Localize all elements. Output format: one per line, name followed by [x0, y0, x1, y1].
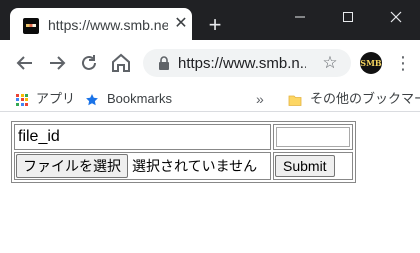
back-button[interactable]	[13, 51, 37, 75]
bookmarks-overflow-button[interactable]: »	[256, 88, 270, 110]
file-picker-cell: ファイルを選択 選択されていません	[14, 152, 271, 180]
file-status-text: 選択されていません	[132, 158, 258, 174]
bookmark-bookmarks[interactable]: Bookmarks	[85, 88, 172, 110]
submit-cell: Submit	[273, 152, 353, 180]
arrow-right-icon	[50, 56, 66, 70]
url-text[interactable]: https://www.smb.n...	[178, 55, 306, 72]
address-bar[interactable]: https://www.smb.n... ☆	[143, 49, 351, 77]
star-icon	[86, 93, 98, 105]
extension-icon[interactable]: SMB	[360, 52, 382, 74]
file-id-input[interactable]	[276, 127, 350, 147]
choose-file-button[interactable]: ファイルを選択	[16, 154, 128, 178]
reload-button[interactable]	[77, 51, 101, 75]
close-icon	[390, 11, 402, 23]
text-input-cell	[273, 124, 353, 150]
field-label-cell: file_id	[14, 124, 271, 150]
minimize-icon	[295, 16, 305, 18]
lock-icon[interactable]	[158, 56, 170, 70]
arrow-left-icon	[16, 56, 32, 70]
close-window-button[interactable]	[373, 4, 419, 30]
table-row: ファイルを選択 選択されていません Submit	[14, 152, 353, 180]
home-icon	[112, 53, 130, 72]
field-label: file_id	[18, 128, 60, 145]
maximize-button[interactable]	[325, 4, 371, 30]
title-bar: https://www.smb.net/ ✕ +	[0, 0, 420, 40]
bookmark-star-icon[interactable]: ☆	[321, 54, 339, 72]
home-button[interactable]	[109, 51, 133, 75]
tab-close-icon[interactable]: ✕	[172, 15, 190, 33]
browser-toolbar: https://www.smb.n... ☆ SMB ⋮	[0, 40, 420, 86]
bookmark-other-folder[interactable]: その他のブックマーク	[288, 88, 420, 110]
bookmarks-bar: アプリ Bookmarks » その他のブックマーク	[0, 86, 420, 112]
site-favicon-icon	[23, 18, 39, 34]
bookmark-apps-label: アプリ	[36, 91, 76, 106]
forward-button[interactable]	[45, 51, 69, 75]
apps-grid-icon	[16, 93, 28, 106]
upload-form-table: file_id ファイルを選択 選択されていません Submit	[11, 121, 356, 183]
maximize-icon	[343, 12, 353, 22]
minimize-button[interactable]	[277, 4, 323, 30]
reload-icon	[82, 55, 96, 70]
bookmark-bookmarks-label: Bookmarks	[107, 91, 173, 106]
new-tab-button[interactable]: +	[203, 13, 227, 37]
bookmark-other-label: その他のブックマーク	[310, 91, 420, 106]
folder-icon	[288, 95, 302, 106]
kebab-menu-icon[interactable]: ⋮	[394, 52, 412, 74]
bookmark-apps[interactable]: アプリ	[16, 88, 75, 110]
page-content: file_id ファイルを選択 選択されていません Submit	[0, 113, 420, 253]
tab-title: https://www.smb.net/	[48, 17, 168, 33]
browser-tab[interactable]: https://www.smb.net/ ✕	[10, 8, 192, 40]
submit-button[interactable]: Submit	[275, 155, 335, 177]
table-row: file_id	[14, 124, 353, 150]
